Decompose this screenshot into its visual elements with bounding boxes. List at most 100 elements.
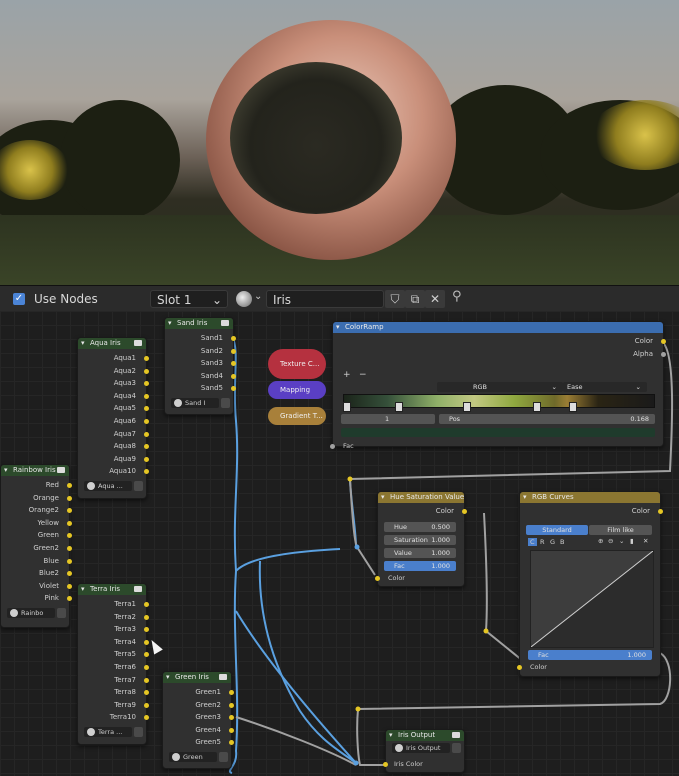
add-stop-button[interactable]: + [343,370,351,380]
channel-r-button[interactable]: R [540,538,545,546]
node-group-selector[interactable]: Rainbo [7,607,55,618]
output-socket[interactable] [67,583,72,589]
node-header[interactable]: Green Iris [163,672,231,683]
color-stop-handle[interactable] [395,402,403,412]
node-group-selector[interactable]: Terra ... [84,726,132,737]
node-header[interactable]: Terra Iris [78,584,146,595]
value-field[interactable]: Value 1.000 [384,548,456,558]
sand-iris-node[interactable]: Sand Iris Sand1 Sand2 Sand3 Sand4 Sand5 … [164,317,236,415]
texture-coordinate-node[interactable]: Texture C... [268,349,326,379]
colorramp-node[interactable]: ColorRamp Color Alpha + − RGB ⌄ Ease ⌄ 1 P… [330,321,666,450]
fake-user-shield-icon[interactable] [221,397,230,408]
output-socket[interactable] [144,418,149,424]
output-socket[interactable] [231,348,236,354]
output-socket[interactable] [144,456,149,462]
output-socket[interactable] [661,351,666,357]
output-socket[interactable] [67,483,72,488]
node-header[interactable]: Hue Saturation Value [378,492,464,503]
zoom-in-icon[interactable]: ⊕ [598,537,603,545]
output-socket[interactable] [661,339,666,344]
reroute-dot[interactable] [483,628,489,634]
fac-field[interactable]: Fac 1.000 [384,561,456,571]
chevron-down-icon[interactable]: ⌄ [619,537,624,545]
rainbow-iris-node[interactable]: Rainbow Iris Red Orange Orange2 Yellow G… [0,464,72,628]
material-name-field[interactable]: Iris [266,290,384,308]
fake-user-shield-icon[interactable] [452,743,461,753]
output-socket[interactable] [144,431,149,437]
output-socket[interactable] [144,368,149,374]
node-group-selector[interactable]: Iris Output [392,743,450,753]
gradient-texture-node[interactable]: Gradient T... [268,407,326,425]
fake-user-shield-icon[interactable] [219,751,228,762]
fake-user-shield-icon[interactable] [57,607,66,618]
close-icon[interactable]: ✕ [643,537,648,545]
channel-c-button[interactable]: C [528,538,537,546]
output-socket[interactable] [144,614,149,620]
output-socket[interactable] [658,509,663,514]
input-socket[interactable] [330,444,335,449]
output-socket[interactable] [229,702,234,708]
mapping-node[interactable]: Mapping [268,381,326,399]
fac-field[interactable]: Fac 1.000 [528,650,652,660]
node-header[interactable]: RGB Curves [520,492,660,503]
saturation-field[interactable]: Saturation 1.000 [384,535,456,545]
green-iris-node[interactable]: Green Iris Green1 Green2 Green3 Green4 G… [162,671,234,769]
hue-saturation-value-node[interactable]: Hue Saturation Value Color Hue 0.500 Satu… [375,491,467,587]
output-socket[interactable] [144,677,149,683]
interpolation-dropdown[interactable]: Ease ⌄ [563,382,647,392]
output-socket[interactable] [67,495,72,501]
fake-user-shield-icon[interactable]: ⛉ [385,290,405,308]
duplicate-material-icon[interactable]: ⧉ [405,290,425,308]
curve-graph[interactable] [530,550,654,648]
reroute-dot[interactable] [354,544,360,550]
reroute-dot[interactable] [347,476,353,482]
output-socket[interactable] [462,509,467,514]
output-socket[interactable] [67,520,72,526]
node-editor-canvas[interactable]: Sand Iris Sand1 Sand2 Sand3 Sand4 Sand5 … [0,311,679,776]
stop-position-field[interactable]: Pos 0.168 [439,414,655,424]
input-socket[interactable] [383,762,388,767]
node-group-selector[interactable]: Sand I [171,397,219,408]
fake-user-shield-icon[interactable] [134,726,143,737]
slot-dropdown[interactable]: Slot 1 ⌄ [150,290,228,308]
color-mode-dropdown[interactable]: RGB ⌄ [437,382,563,392]
node-header[interactable]: Iris Output [386,730,464,741]
active-stop-index[interactable]: 1 [341,414,435,424]
remove-stop-button[interactable]: − [359,370,367,380]
output-socket[interactable] [231,336,236,341]
clipping-icon[interactable]: ▮ [630,537,634,545]
pin-icon[interactable]: ⚲ [452,289,462,304]
iris-output-node[interactable]: Iris Output Iris Output Iris Color [383,729,465,773]
output-socket[interactable] [229,727,234,733]
color-stop-handle[interactable] [569,402,577,412]
fake-user-shield-icon[interactable] [134,480,143,491]
channel-b-button[interactable]: B [560,538,564,546]
output-socket[interactable] [144,602,149,607]
output-socket[interactable] [67,558,72,564]
tab-film-like[interactable]: Film like [589,525,652,535]
color-stop-handle[interactable] [343,402,351,412]
output-socket[interactable] [229,690,234,695]
node-header[interactable]: Aqua Iris [78,338,146,349]
node-header[interactable]: ColorRamp [333,322,663,333]
input-socket[interactable] [517,665,522,670]
rgb-curves-node[interactable]: RGB Curves Color Standard Film like C R … [517,491,663,677]
use-nodes-checkbox[interactable]: ✓ [13,293,25,305]
input-socket[interactable] [375,576,380,581]
material-sphere-icon[interactable] [236,291,252,307]
close-icon[interactable]: ✕ [425,290,445,308]
output-socket[interactable] [144,702,149,708]
color-stop-handle[interactable] [533,402,541,412]
color-ramp-gradient[interactable] [343,394,655,408]
node-header[interactable]: Rainbow Iris [1,465,69,476]
output-socket[interactable] [144,664,149,670]
node-group-selector[interactable]: Aqua ... [84,480,132,491]
color-stop-handle[interactable] [463,402,471,412]
terra-iris-node[interactable]: Terra Iris Terra1 Terra2 Terra3 Terra4 T… [77,583,149,745]
tab-standard[interactable]: Standard [526,525,588,535]
stop-color-swatch[interactable] [341,428,655,437]
reroute-dot[interactable] [355,706,361,712]
hue-field[interactable]: Hue 0.500 [384,522,456,532]
output-socket[interactable] [67,545,72,551]
node-group-selector[interactable]: Green [169,751,217,762]
